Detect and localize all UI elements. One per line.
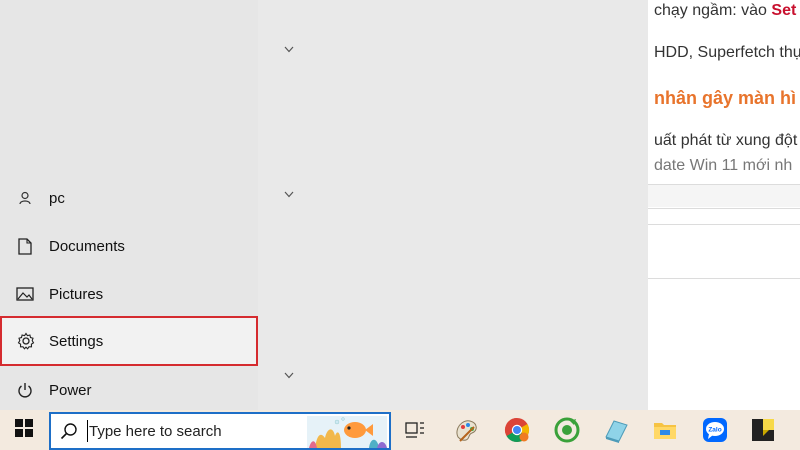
bg-text-line: uất phát từ xung đột xyxy=(654,132,798,149)
user-icon xyxy=(0,191,49,205)
app-icon[interactable] xyxy=(601,415,631,445)
bg-heading: nhân gây màn hì xyxy=(654,88,797,108)
start-item-label: pc xyxy=(49,189,65,207)
sticky-notes-icon[interactable] xyxy=(748,415,778,445)
chrome-icon[interactable] xyxy=(502,415,532,445)
start-item-settings[interactable]: Settings xyxy=(0,316,258,366)
start-item-label: Settings xyxy=(49,332,104,350)
start-item-pictures[interactable]: Pictures xyxy=(0,270,258,318)
start-item-label: Pictures xyxy=(49,285,104,303)
windows-logo-icon xyxy=(15,418,33,442)
start-item-label: Documents xyxy=(49,237,125,255)
document-icon xyxy=(0,237,49,255)
start-item-power[interactable]: Power xyxy=(0,366,258,414)
coccoc-icon[interactable] xyxy=(552,415,582,445)
bg-text-line: date Win 11 mới nh xyxy=(654,157,793,174)
divider xyxy=(648,208,800,209)
text-caret xyxy=(87,420,88,442)
power-icon xyxy=(0,382,49,398)
chevron-down-icon[interactable] xyxy=(284,187,294,201)
bg-band xyxy=(648,185,800,207)
chevron-down-icon[interactable] xyxy=(284,42,294,56)
bg-text-line: chạy ngầm: vào Set xyxy=(654,2,797,19)
divider xyxy=(648,278,800,279)
gear-icon xyxy=(2,332,49,350)
bg-text-line: HDD, Superfetch thực xyxy=(654,44,800,61)
paint-icon[interactable] xyxy=(452,415,482,445)
background-webpage: chạy ngầm: vào Set HDD, Superfetch thực … xyxy=(648,0,800,410)
picture-icon xyxy=(0,287,49,301)
start-item-documents[interactable]: Documents xyxy=(0,222,258,270)
search-highlight-illustration xyxy=(307,416,387,448)
task-view-icon[interactable] xyxy=(400,415,430,445)
search-input[interactable] xyxy=(89,422,299,440)
divider xyxy=(648,224,800,225)
start-button[interactable] xyxy=(0,410,48,450)
start-item-label: Power xyxy=(49,381,92,399)
taskbar-search[interactable] xyxy=(49,412,391,450)
search-icon xyxy=(51,422,87,440)
start-menu-nav: pc Documents Pictures Settings Power xyxy=(0,0,258,410)
zalo-label: Zalo xyxy=(708,427,721,434)
zalo-icon[interactable]: Zalo xyxy=(700,415,730,445)
file-explorer-icon[interactable] xyxy=(650,415,680,445)
chevron-down-icon[interactable] xyxy=(284,368,294,382)
start-item-user[interactable]: pc xyxy=(0,174,258,222)
start-menu-apps xyxy=(258,0,648,410)
